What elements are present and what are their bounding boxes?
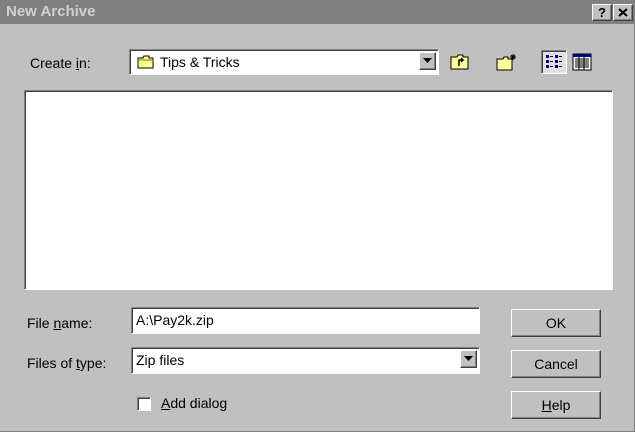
details-view-icon [572, 53, 592, 71]
file-name-label: File name: [27, 315, 93, 331]
add-dialog-checkbox[interactable] [137, 397, 151, 411]
new-archive-dialog: New Archive ? Create in: Tips & Tricks F… [0, 0, 635, 432]
create-in-dropdown-button[interactable] [419, 52, 436, 70]
details-view-button[interactable] [569, 50, 595, 74]
file-list[interactable] [24, 90, 613, 290]
create-in-combobox[interactable]: Tips & Tricks [129, 49, 439, 75]
file-name-input[interactable]: A:\Pay2k.zip [131, 307, 480, 334]
close-icon [618, 8, 628, 17]
add-dialog-label[interactable]: Add dialog [161, 395, 227, 411]
cancel-button[interactable]: Cancel [511, 350, 601, 378]
file-type-dropdown-button[interactable] [460, 350, 477, 368]
file-type-value: Zip files [136, 352, 185, 368]
file-type-label: Files of type: [27, 355, 107, 371]
new-folder-icon [496, 54, 516, 71]
help-button[interactable]: Help [511, 391, 601, 419]
list-view-icon [546, 55, 562, 68]
window-title: New Archive [6, 3, 96, 20]
dropdown-arrow-icon [464, 356, 473, 361]
up-one-level-icon [450, 54, 469, 70]
file-type-combobox[interactable]: Zip files [131, 347, 480, 374]
list-view-button[interactable] [541, 50, 567, 74]
close-button[interactable] [613, 4, 633, 21]
create-in-value: Tips & Tricks [160, 54, 240, 70]
create-new-folder-button[interactable] [494, 50, 520, 74]
context-help-button[interactable]: ? [592, 4, 612, 21]
dropdown-arrow-icon [423, 58, 432, 63]
create-in-label: Create in: [30, 55, 91, 71]
folder-icon [137, 55, 154, 69]
up-one-level-button[interactable] [447, 50, 473, 74]
ok-button[interactable]: OK [511, 309, 601, 337]
title-bar[interactable]: New Archive ? [0, 0, 634, 24]
